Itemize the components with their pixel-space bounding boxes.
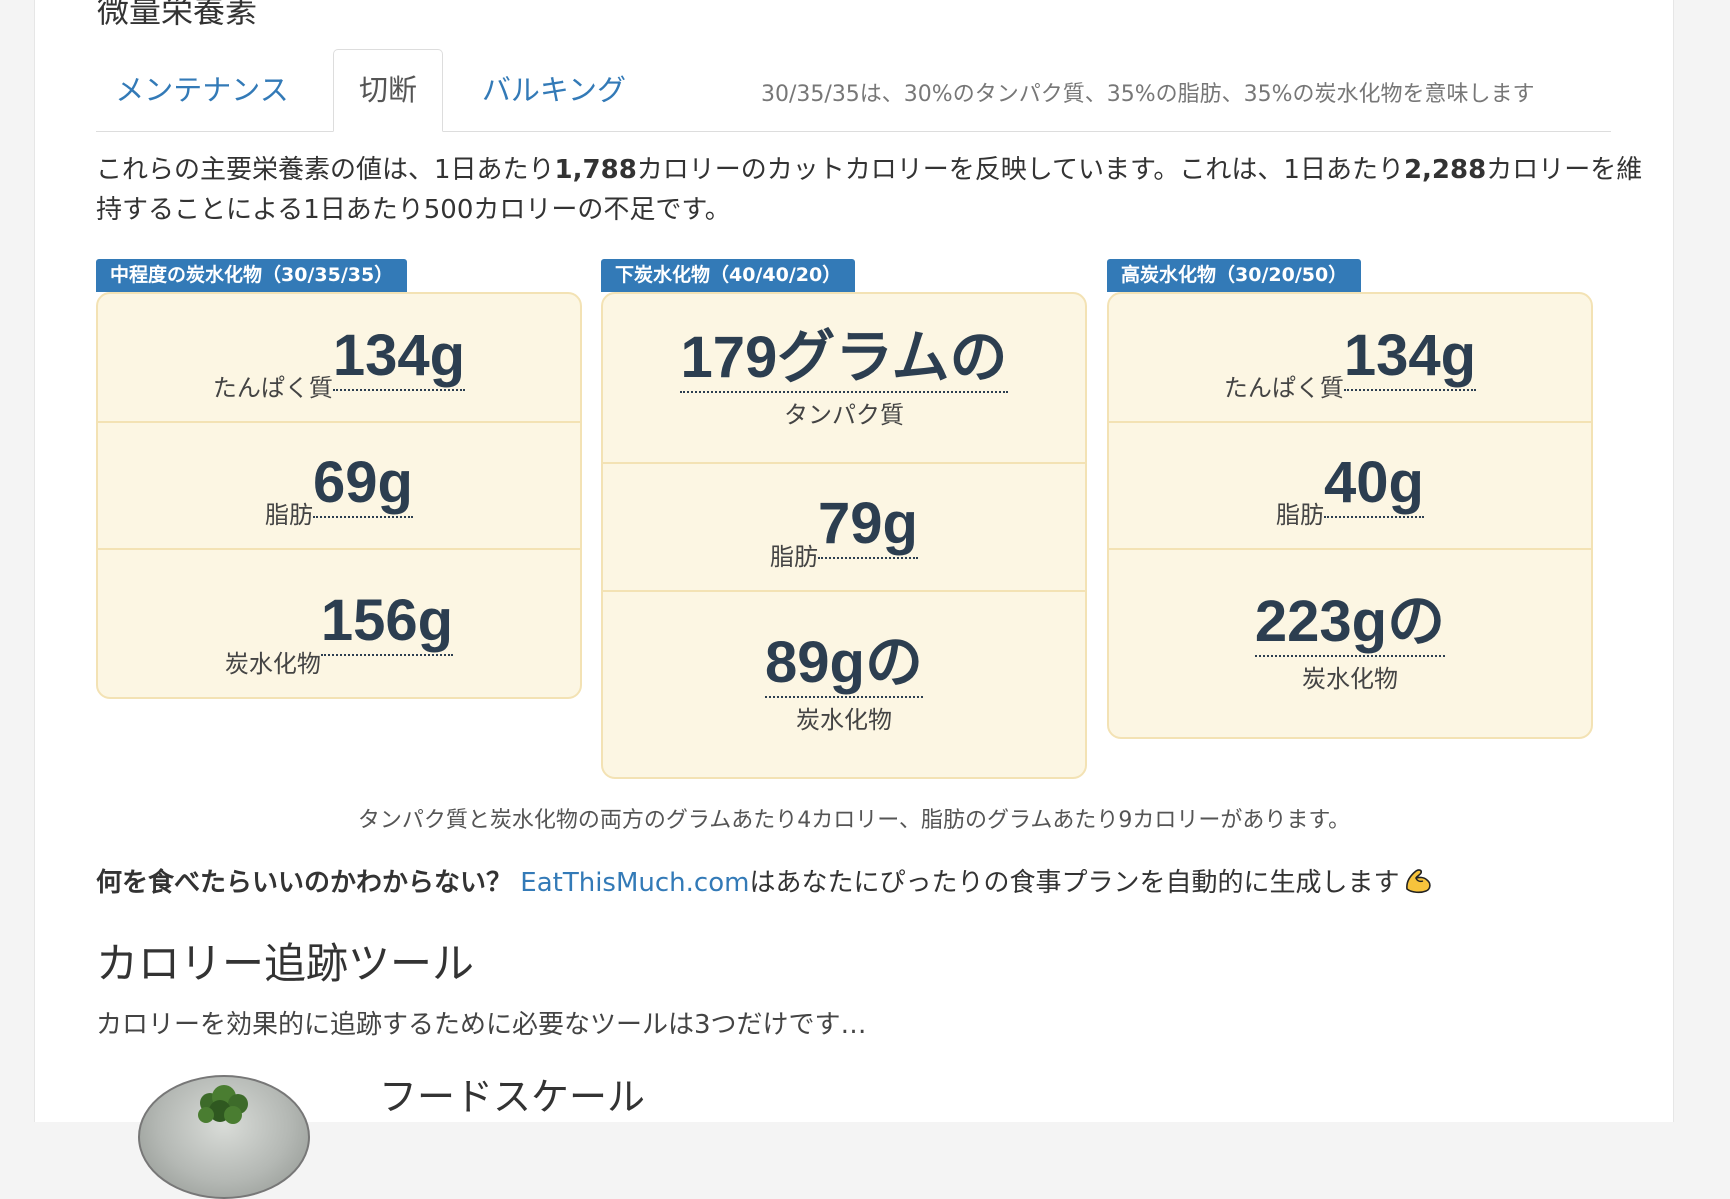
food-scale-title: フードスケール	[379, 1075, 646, 1119]
macro-row-carbs: 89gの炭水化物	[603, 590, 1085, 777]
macro-label: 脂肪	[770, 543, 819, 571]
card-badge-moderate-carb: 中程度の炭水化物（30/35/35）	[96, 259, 408, 292]
food-scale-image	[138, 1075, 310, 1199]
cta-text: はあなたにぴったりの食事プランを自動的に生成します	[749, 868, 1400, 898]
macro-value[interactable]: 40g	[1324, 451, 1424, 518]
eatthismuch-link[interactable]: EatThisMuch.com	[520, 868, 749, 898]
card-badge-high-carb: 高炭水化物（30/20/50）	[1107, 259, 1362, 292]
macro-value[interactable]: 79g	[818, 493, 918, 559]
macro-row-protein: たんぱく質 134g	[98, 294, 580, 423]
intro-text-2: カロリーのカットカロリーを反映しています。これは、1日あたり	[636, 155, 1404, 185]
intro-paragraph: これらの主要栄養素の値は、1日あたり1,788カロリーのカットカロリーを反映して…	[96, 150, 1656, 230]
flexed-biceps-icon	[1403, 867, 1433, 895]
macro-row-carbs: 炭水化物 156g	[98, 548, 580, 697]
macro-label: 脂肪	[265, 501, 314, 529]
macro-row-fat: 脂肪 40g	[1109, 421, 1591, 550]
macro-value[interactable]: 134g	[1343, 324, 1477, 391]
card-badge-low-carb: 下炭水化物（40/40/20）	[601, 259, 856, 292]
macro-label: たんぱく質	[1223, 374, 1344, 402]
cta-question: 何を食べたらいいのかわからない？	[96, 868, 513, 898]
macro-card-low-carb: 179グラムのタンパク質 脂肪 79g 89gの炭水化物	[601, 292, 1087, 779]
macro-value[interactable]: 69g	[313, 451, 413, 518]
macro-value[interactable]: 179グラムの	[680, 326, 1008, 393]
macro-row-fat: 脂肪 79g	[603, 462, 1085, 592]
tab-maintenance[interactable]: メンテナンス	[97, 50, 307, 131]
macro-row-carbs: 223gの炭水化物	[1109, 548, 1591, 737]
tab-cutting[interactable]: 切断	[333, 49, 443, 132]
macro-label: 炭水化物	[796, 706, 892, 734]
calorie-note: タンパク質と炭水化物の両方のグラムあたり4カロリー、脂肪のグラムあたり9カロリー…	[357, 808, 1351, 833]
calorie-tracking-subtitle: カロリーを効果的に追跡するために必要なツールは3つだけです…	[96, 1010, 867, 1040]
macro-card-high-carb: たんぱく質 134g 脂肪 40g 223gの炭水化物	[1107, 292, 1593, 739]
tabs-divider	[96, 131, 1611, 132]
macro-row-protein: たんぱく質 134g	[1109, 294, 1591, 423]
maintain-calories: 2,288	[1403, 155, 1487, 185]
macro-row-protein: 179グラムのタンパク質	[603, 294, 1085, 464]
broccoli-icon	[198, 1085, 248, 1124]
macro-value[interactable]: 156g	[320, 589, 454, 656]
section-title: 微量栄養素	[97, 0, 258, 30]
cut-calories: 1,788	[554, 155, 637, 185]
macro-label: 炭水化物	[1302, 665, 1398, 693]
macro-label: 炭水化物	[224, 650, 321, 678]
macro-card-moderate-carb: たんぱく質 134g 脂肪 69g 炭水化物 156g	[96, 292, 582, 699]
calorie-tracking-heading: カロリー追跡ツール	[96, 939, 475, 988]
macro-label: たんぱく質	[212, 374, 333, 402]
tab-note: 30/35/35は、30%のタンパク質、35%の脂肪、35%の炭水化物を意味しま…	[761, 82, 1535, 107]
macro-value[interactable]: 134g	[332, 324, 466, 391]
meal-plan-cta: 何を食べたらいいのかわからない？ EatThisMuch.comはあなたにぴった…	[96, 862, 1433, 899]
macro-value[interactable]: 89gの	[765, 632, 923, 698]
intro-text-1: これらの主要栄養素の値は、1日あたり	[96, 155, 555, 185]
macro-label: タンパク質	[784, 400, 904, 429]
page-content: 微量栄養素 メンテナンス 切断 バルキング 30/35/35は、30%のタンパク…	[34, 0, 1674, 1199]
macro-value[interactable]: 223gの	[1254, 591, 1446, 657]
macro-row-fat: 脂肪 69g	[98, 421, 580, 550]
macro-label: 脂肪	[1276, 501, 1325, 529]
tab-bulking[interactable]: バルキング	[471, 50, 637, 131]
